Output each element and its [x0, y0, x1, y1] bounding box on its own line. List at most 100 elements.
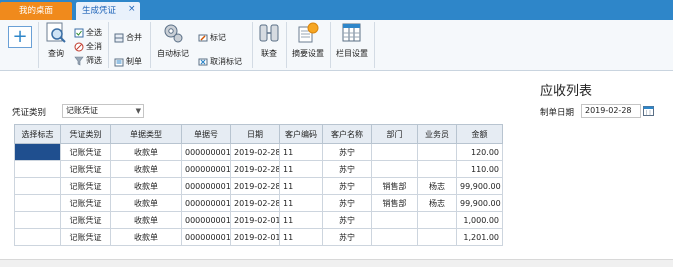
column-header[interactable]: 单据号	[181, 124, 231, 144]
deselect-all-icon	[74, 42, 84, 52]
toolbar-separator	[108, 22, 109, 68]
cell-doc-type: 收款单	[110, 160, 182, 178]
select-flag-cell[interactable]	[14, 160, 61, 178]
cell-doc-type: 收款单	[110, 143, 182, 161]
cell-voucher-type: 记账凭证	[60, 194, 111, 212]
cell-date: 2019-02-28	[230, 143, 280, 161]
cell-department	[371, 143, 418, 161]
deselect-all-button[interactable]: 全消	[74, 41, 102, 53]
toolbar-separator	[374, 22, 375, 68]
select-all-label: 全选	[86, 28, 102, 37]
horizontal-scrollbar[interactable]	[0, 259, 673, 267]
voucher-type-select[interactable]: 记账凭证 ▼	[62, 104, 144, 118]
mark-icon	[198, 34, 208, 42]
column-header[interactable]: 金额	[456, 124, 503, 144]
cell-voucher-type: 记账凭证	[60, 211, 111, 229]
query-button[interactable]: 查询	[44, 22, 68, 59]
toolbar-separator	[330, 22, 331, 68]
cancel-mark-button[interactable]: 取消标记	[198, 56, 242, 68]
summary-settings-button[interactable]: 摘要设置	[290, 22, 326, 59]
table-header-row: 选择标志 凭证类别 单据类型 单据号 日期 客户编码 客户名称 部门 业务员 金…	[14, 124, 503, 144]
cell-amount: 99,900.00	[456, 177, 503, 195]
column-header[interactable]: 客户名称	[322, 124, 372, 144]
summary-settings-icon	[298, 22, 319, 43]
select-flag-cell[interactable]	[14, 177, 61, 195]
make-voucher-button[interactable]: 制单	[114, 56, 142, 68]
cell-amount: 1,201.00	[456, 228, 503, 246]
select-flag-cell[interactable]	[14, 228, 61, 246]
deselect-all-label: 全消	[86, 42, 102, 51]
cell-salesperson	[417, 228, 457, 246]
column-header[interactable]: 业务员	[417, 124, 457, 144]
column-header[interactable]: 部门	[371, 124, 418, 144]
voucher-type-value: 记账凭证	[66, 106, 98, 115]
cell-doc-type: 收款单	[110, 177, 182, 195]
auto-mark-icon	[164, 24, 183, 43]
cell-salesperson: 杨志	[417, 194, 457, 212]
cell-doc-number: 0000000018	[181, 228, 231, 246]
toolbar: + 查询 全选 全消 筛选 合并 制单 自动标记 标记 取消标记 联查 摘要设置…	[0, 20, 673, 71]
cell-doc-number: 0000000012	[181, 143, 231, 161]
table-row[interactable]: 记账凭证 收款单 0000000018 2019-02-01 11 苏宁 1,2…	[14, 228, 503, 246]
cancel-mark-label: 取消标记	[210, 57, 242, 66]
date-field[interactable]: 2019-02-28	[581, 104, 641, 118]
cell-date: 2019-02-01	[230, 211, 280, 229]
merge-button[interactable]: 合并	[114, 32, 142, 44]
column-header[interactable]: 选择标志	[14, 124, 61, 144]
chevron-down-icon[interactable]: ▼	[136, 105, 141, 117]
calendar-icon[interactable]	[643, 105, 654, 116]
table-row[interactable]: 记账凭证 收款单 0000000016 2019-02-01 11 苏宁 1,0…	[14, 211, 503, 229]
cell-customer-code: 11	[279, 211, 323, 229]
select-flag-cell[interactable]	[14, 211, 61, 229]
column-header[interactable]: 客户编码	[279, 124, 323, 144]
column-header[interactable]: 凭证类别	[60, 124, 111, 144]
cell-voucher-type: 记账凭证	[60, 228, 111, 246]
cell-amount: 1,000.00	[456, 211, 503, 229]
select-all-button[interactable]: 全选	[74, 27, 102, 39]
select-flag-cell[interactable]	[14, 194, 61, 212]
close-icon[interactable]: ×	[128, 4, 136, 14]
cancel-mark-icon	[198, 58, 208, 66]
query-icon	[46, 22, 66, 43]
cell-department	[371, 160, 418, 178]
cell-voucher-type: 记账凭证	[60, 177, 111, 195]
table-row[interactable]: 记账凭证 收款单 0000000013 2019-02-28 11 苏宁 销售部…	[14, 177, 503, 195]
cell-doc-number: 0000000013	[181, 177, 231, 195]
cell-department	[371, 228, 418, 246]
column-settings-button[interactable]: 栏目设置	[334, 22, 370, 59]
tab-home[interactable]: 我的桌面	[0, 2, 72, 20]
column-settings-icon	[342, 23, 361, 42]
table-row[interactable]: 记账凭证 收款单 0000000012 2019-02-28 11 苏宁 120…	[14, 143, 503, 161]
cell-doc-type: 收款单	[110, 194, 182, 212]
voucher-type-label: 凭证类别	[12, 108, 47, 118]
cell-salesperson	[417, 160, 457, 178]
toolbar-separator	[252, 22, 253, 68]
table-row[interactable]: 记账凭证 收款单 0000000011 2019-02-28 11 苏宁 110…	[14, 160, 503, 178]
cell-date: 2019-02-28	[230, 177, 280, 195]
select-flag-cell[interactable]	[14, 143, 61, 161]
add-button[interactable]: +	[8, 26, 32, 48]
cell-doc-type: 收款单	[110, 228, 182, 246]
select-all-icon	[74, 28, 84, 38]
link-query-button[interactable]: 联查	[256, 22, 282, 59]
cell-customer-name: 苏宁	[322, 194, 372, 212]
toolbar-separator	[38, 22, 39, 68]
auto-mark-button[interactable]: 自动标记	[154, 22, 192, 59]
page-title: 应收列表	[540, 84, 593, 99]
cell-customer-name: 苏宁	[322, 160, 372, 178]
column-header[interactable]: 单据类型	[110, 124, 182, 144]
cell-date: 2019-02-28	[230, 194, 280, 212]
query-label: 查询	[48, 49, 64, 58]
filter-icon	[74, 56, 84, 66]
column-header[interactable]: 日期	[230, 124, 280, 144]
cell-customer-code: 11	[279, 177, 323, 195]
filter-button[interactable]: 筛选	[74, 55, 102, 67]
auto-mark-label: 自动标记	[157, 49, 189, 58]
table-row[interactable]: 记账凭证 收款单 0000000014 2019-02-28 11 苏宁 销售部…	[14, 194, 503, 212]
mark-button[interactable]: 标记	[198, 32, 226, 44]
cell-department: 销售部	[371, 177, 418, 195]
mark-label: 标记	[210, 33, 226, 42]
cell-doc-number: 0000000014	[181, 194, 231, 212]
cell-doc-number: 0000000016	[181, 211, 231, 229]
date-label: 制单日期	[540, 108, 575, 118]
